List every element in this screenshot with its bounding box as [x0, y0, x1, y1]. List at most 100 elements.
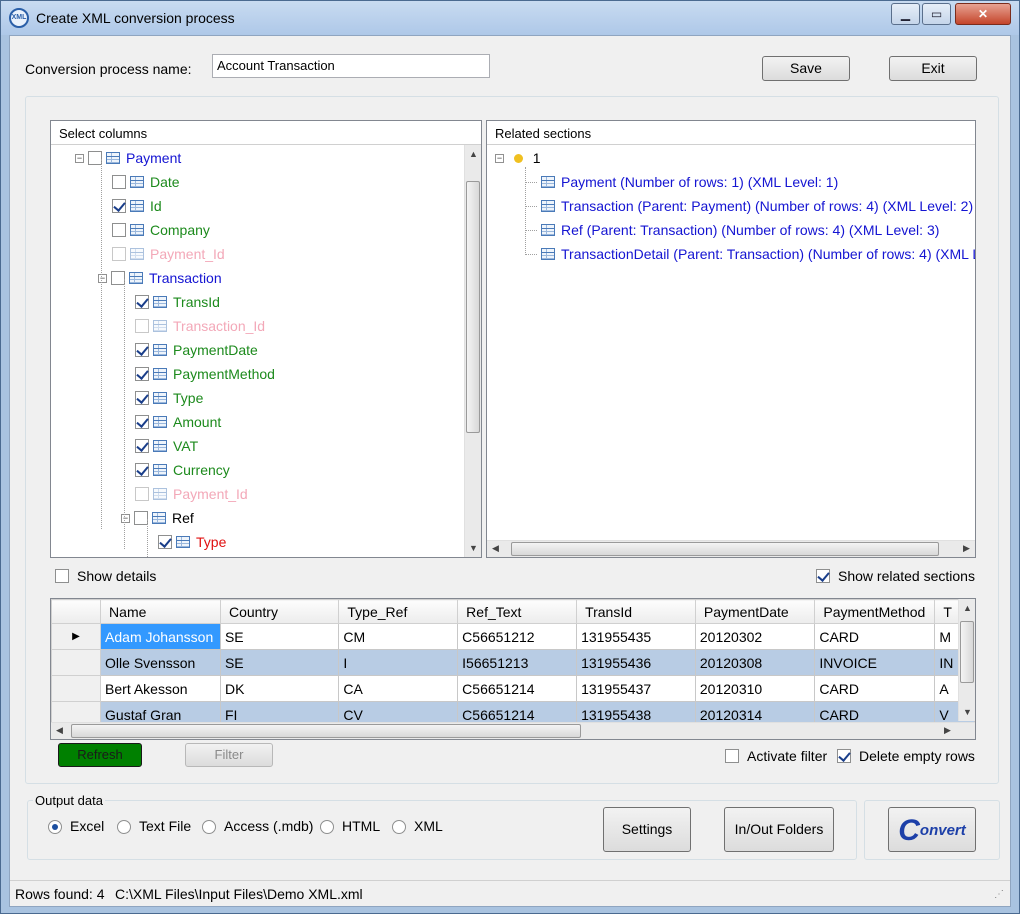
column-checkbox[interactable] — [135, 415, 149, 430]
column-tree-item[interactable]: Id — [112, 197, 162, 219]
output-format-radio[interactable] — [392, 820, 406, 834]
activate-filter-checkbox[interactable] — [725, 749, 739, 763]
grid-scroll-right-arrow-icon[interactable]: ▶ — [939, 725, 956, 736]
output-format-radio[interactable] — [48, 820, 62, 834]
table-cell[interactable]: 20120310 — [694, 675, 816, 702]
column-tree-item[interactable]: PaymentDate — [135, 341, 258, 363]
collapse-icon[interactable]: − — [75, 153, 84, 163]
settings-button[interactable]: Settings — [603, 807, 691, 852]
show-related-checkbox[interactable] — [816, 569, 830, 583]
table-cell[interactable]: C56651214 — [457, 675, 578, 702]
related-section-item[interactable]: Payment (Number of rows: 1) (XML Level: … — [525, 173, 838, 195]
delete-empty-rows-checkbox[interactable] — [837, 749, 851, 763]
columns-scroll-thumb[interactable] — [466, 181, 480, 433]
column-checkbox[interactable] — [134, 511, 148, 526]
column-checkbox[interactable] — [135, 319, 149, 334]
column-tree-item[interactable]: Type — [158, 533, 226, 555]
table-cell[interactable]: I56651213 — [457, 649, 578, 676]
column-checkbox[interactable] — [112, 199, 126, 214]
scroll-down-arrow-icon[interactable]: ▼ — [465, 543, 481, 553]
column-tree-item[interactable]: Date — [112, 173, 180, 195]
column-tree-item[interactable]: Payment_Id — [135, 485, 248, 507]
column-checkbox[interactable] — [112, 175, 126, 190]
in-out-folders-button[interactable]: In/Out Folders — [724, 807, 834, 852]
column-checkbox[interactable] — [88, 151, 102, 166]
convert-button[interactable]: Convert — [888, 807, 976, 852]
grid-scroll-down-arrow-icon[interactable]: ▼ — [959, 707, 975, 717]
column-checkbox[interactable] — [135, 295, 149, 310]
table-cell[interactable]: Olle Svensson — [100, 649, 221, 676]
collapse-icon[interactable]: − — [121, 513, 130, 523]
scroll-up-arrow-icon[interactable]: ▲ — [465, 149, 481, 159]
related-hscrollbar[interactable]: ◀ ▶ — [487, 540, 975, 557]
save-button[interactable]: Save — [762, 56, 850, 81]
filter-button[interactable]: Filter — [185, 743, 273, 767]
related-section-item[interactable]: Transaction (Parent: Payment) (Number of… — [525, 197, 973, 219]
table-cell[interactable]: I — [338, 649, 459, 676]
output-format-radio[interactable] — [202, 820, 216, 834]
column-checkbox[interactable] — [112, 223, 126, 238]
column-header[interactable]: PaymentMethod — [814, 599, 936, 624]
table-cell[interactable]: 20120302 — [694, 623, 816, 650]
column-checkbox[interactable] — [111, 271, 125, 286]
minimize-button[interactable]: ▁ — [891, 3, 920, 25]
related-section-item[interactable]: TransactionDetail (Parent: Transaction) … — [525, 245, 975, 267]
column-header[interactable]: Country — [219, 599, 340, 624]
table-row[interactable]: ▶ Adam Johansson SE CM C56651212 131955435 201… — [51, 623, 975, 650]
close-button[interactable]: ✕ — [955, 3, 1011, 25]
column-header[interactable]: TransId — [576, 599, 696, 624]
table-cell[interactable]: 131955436 — [576, 649, 696, 676]
column-tree-item[interactable]: − Transaction — [98, 269, 222, 291]
scroll-right-arrow-icon[interactable]: ▶ — [958, 543, 975, 554]
column-tree-item[interactable]: PaymentMethod — [135, 365, 275, 387]
column-checkbox[interactable] — [135, 439, 149, 454]
related-sections-tree[interactable]: − 1 Payment (Number of rows: 1) (XML Lev… — [487, 145, 975, 539]
column-header[interactable]: Type_Ref — [338, 599, 459, 624]
table-cell[interactable]: SE — [219, 649, 340, 676]
data-grid[interactable]: Name Country Type_Ref Ref_Text TransId Paymen… — [50, 598, 976, 740]
column-tree-item[interactable]: Amount — [135, 413, 221, 435]
column-tree-item[interactable]: VAT — [135, 437, 198, 459]
output-format-radio[interactable] — [320, 820, 334, 834]
show-details-checkbox[interactable] — [55, 569, 69, 583]
table-cell[interactable]: Bert Akesson — [100, 675, 221, 702]
table-row[interactable]: Bert Akesson DK CA C56651214 131955437 201203… — [51, 675, 975, 702]
related-root-node[interactable]: − 1 — [495, 149, 541, 171]
column-header[interactable]: Ref_Text — [457, 599, 578, 624]
grid-scroll-left-arrow-icon[interactable]: ◀ — [51, 725, 68, 736]
maximize-button[interactable]: ▭ — [922, 3, 951, 25]
column-checkbox[interactable] — [112, 247, 126, 262]
exit-button[interactable]: Exit — [889, 56, 977, 81]
table-row[interactable]: Olle Svensson SE I I56651213 131955436 201203… — [51, 649, 975, 676]
related-section-item[interactable]: Ref (Parent: Transaction) (Number of row… — [525, 221, 939, 243]
grid-hscroll-thumb[interactable] — [71, 724, 581, 738]
column-checkbox[interactable] — [135, 463, 149, 478]
table-cell[interactable]: C56651212 — [457, 623, 578, 650]
scroll-left-arrow-icon[interactable]: ◀ — [487, 543, 504, 554]
table-cell[interactable]: 131955437 — [576, 675, 696, 702]
table-cell[interactable]: SE — [219, 623, 340, 650]
column-tree-item[interactable]: TransId — [135, 293, 220, 315]
table-cell[interactable]: Adam Johansson — [100, 623, 221, 650]
refresh-button[interactable]: Refresh — [58, 743, 142, 767]
column-tree-item[interactable]: − Payment — [75, 149, 181, 171]
column-tree-item[interactable]: Type — [135, 389, 203, 411]
column-tree-item[interactable]: Transaction_Id — [135, 317, 265, 339]
resize-grip-icon[interactable]: ⋰ — [994, 889, 1004, 900]
column-header[interactable]: PaymentDate — [694, 599, 816, 624]
grid-vscroll-thumb[interactable] — [960, 621, 974, 683]
columns-vscrollbar[interactable]: ▲ ▼ — [464, 145, 481, 557]
row-header[interactable] — [51, 649, 102, 676]
column-checkbox[interactable] — [135, 367, 149, 382]
column-checkbox[interactable] — [135, 391, 149, 406]
column-tree-item[interactable]: − Ref — [121, 509, 194, 531]
collapse-icon[interactable]: − — [495, 153, 504, 163]
column-tree-item[interactable]: Company — [112, 221, 210, 243]
column-checkbox[interactable] — [135, 343, 149, 358]
table-cell[interactable]: CARD — [814, 675, 936, 702]
title-bar[interactable]: XML Create XML conversion process ▁ ▭ ✕ — [1, 1, 1019, 35]
column-tree-item[interactable]: Payment_Id — [112, 245, 225, 267]
grid-scroll-up-arrow-icon[interactable]: ▲ — [959, 603, 975, 613]
column-checkbox[interactable] — [135, 487, 149, 502]
table-cell[interactable]: DK — [219, 675, 340, 702]
